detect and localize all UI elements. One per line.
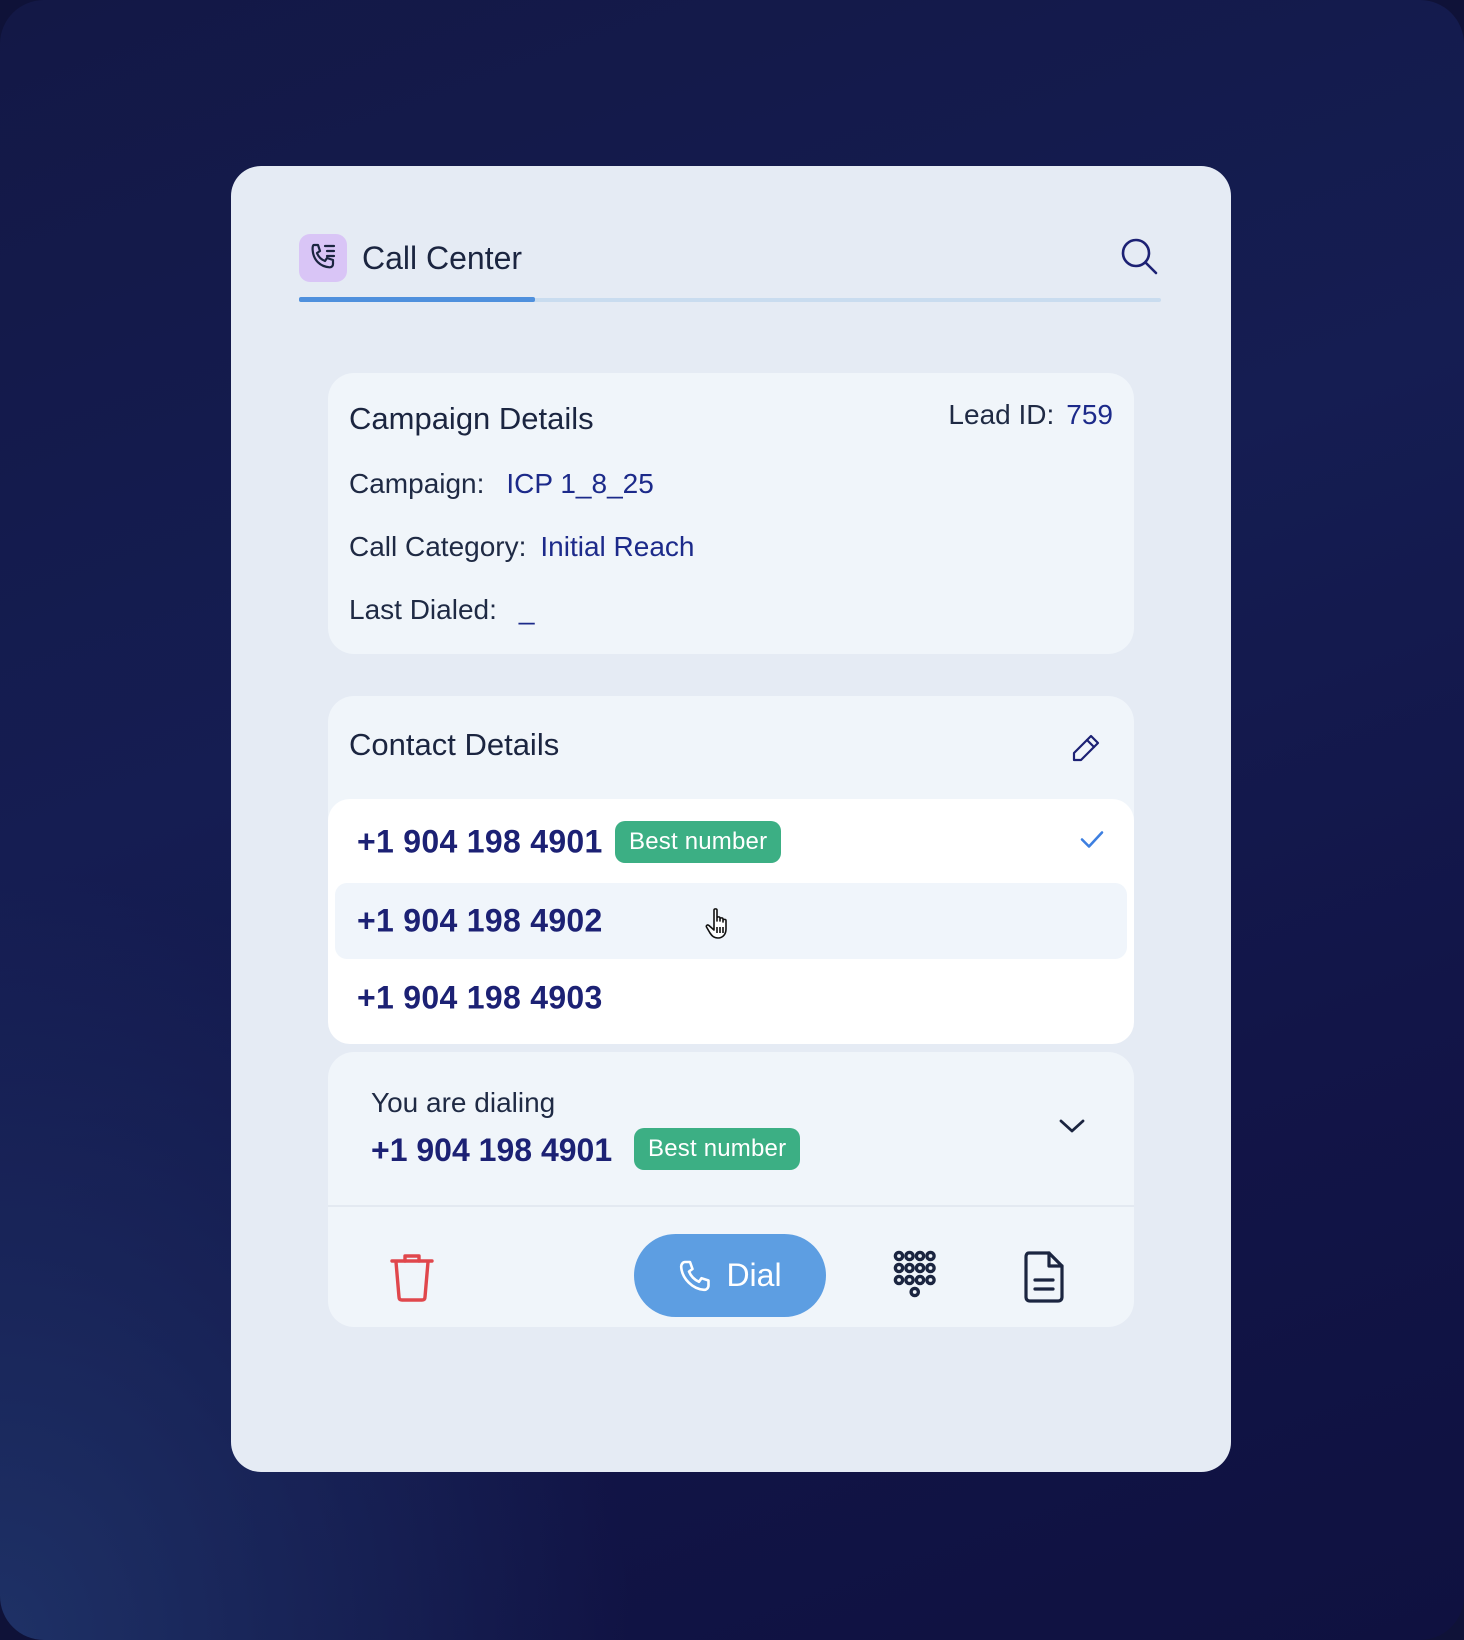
call-center-panel: Call Center Campaign Details Lead ID: 759… bbox=[231, 166, 1231, 1472]
campaign-details-card: Campaign Details Lead ID: 759 Campaign: IC… bbox=[328, 373, 1134, 654]
phone-number-option[interactable]: +1 904 198 4901 Best number bbox=[335, 804, 1127, 880]
campaign-row: Campaign: ICP 1_8_25 bbox=[349, 468, 654, 500]
call-category-label: Call Category: bbox=[349, 531, 527, 562]
search-button[interactable] bbox=[1117, 234, 1161, 278]
chevron-down-icon bbox=[1059, 1119, 1085, 1133]
last-dialed-label: Last Dialed: bbox=[349, 594, 497, 625]
phone-number-option[interactable]: +1 904 198 4903 bbox=[335, 960, 1127, 1036]
last-dialed-value: _ bbox=[518, 594, 535, 625]
hand-cursor-icon bbox=[705, 907, 735, 946]
dialing-number: +1 904 198 4901 bbox=[371, 1132, 613, 1168]
phone-number: +1 904 198 4903 bbox=[357, 979, 603, 1016]
campaign-label: Campaign: bbox=[349, 468, 485, 499]
dialing-card: You are dialing +1 904 198 4901 Best num… bbox=[328, 1052, 1134, 1327]
edit-contact-button[interactable] bbox=[1068, 730, 1104, 766]
keypad-button[interactable] bbox=[889, 1249, 941, 1305]
dial-button[interactable]: Dial bbox=[634, 1234, 826, 1317]
phone-list-icon bbox=[299, 234, 347, 282]
header: Call Center bbox=[299, 234, 1161, 304]
tab-track bbox=[299, 297, 1161, 302]
notes-button[interactable] bbox=[1016, 1249, 1072, 1305]
keypad-icon bbox=[893, 1250, 936, 1298]
document-icon bbox=[1024, 1251, 1064, 1303]
best-number-badge: Best number bbox=[634, 1128, 801, 1170]
last-dialed-row: Last Dialed: _ bbox=[349, 594, 534, 626]
dial-button-label: Dial bbox=[726, 1257, 782, 1293]
check-icon bbox=[1079, 830, 1105, 855]
trash-icon bbox=[390, 1254, 434, 1302]
phone-number-option[interactable]: +1 904 198 4902 bbox=[335, 883, 1127, 959]
divider bbox=[328, 1205, 1134, 1207]
number-selector-toggle[interactable] bbox=[1054, 1108, 1090, 1144]
call-category-row: Call Category: Initial Reach bbox=[349, 531, 695, 563]
phone-number: +1 904 198 4902 bbox=[357, 902, 603, 939]
lead-id-label: Lead ID: bbox=[948, 399, 1055, 430]
campaign-value: ICP 1_8_25 bbox=[506, 468, 654, 499]
contact-details-card: Contact Details +1 904 198 4901 Best num… bbox=[328, 696, 1134, 1044]
lead-id: Lead ID: 759 bbox=[948, 399, 1113, 431]
dialing-label: You are dialing bbox=[371, 1087, 556, 1118]
tab-active-indicator bbox=[299, 297, 535, 302]
phone-number-list: +1 904 198 4901 Best number +1 904 198 4… bbox=[328, 799, 1134, 1044]
phone-number: +1 904 198 4901 bbox=[357, 823, 603, 860]
app-title: Call Center bbox=[362, 240, 523, 276]
campaign-details-title: Campaign Details bbox=[349, 401, 594, 436]
pencil-icon bbox=[1072, 734, 1100, 762]
search-icon bbox=[1121, 238, 1158, 275]
phone-icon bbox=[680, 1260, 711, 1291]
call-category-value: Initial Reach bbox=[540, 531, 695, 562]
best-number-badge: Best number bbox=[615, 821, 782, 863]
contact-details-title: Contact Details bbox=[349, 727, 560, 762]
delete-button[interactable] bbox=[384, 1249, 440, 1305]
lead-id-value: 759 bbox=[1066, 399, 1113, 430]
